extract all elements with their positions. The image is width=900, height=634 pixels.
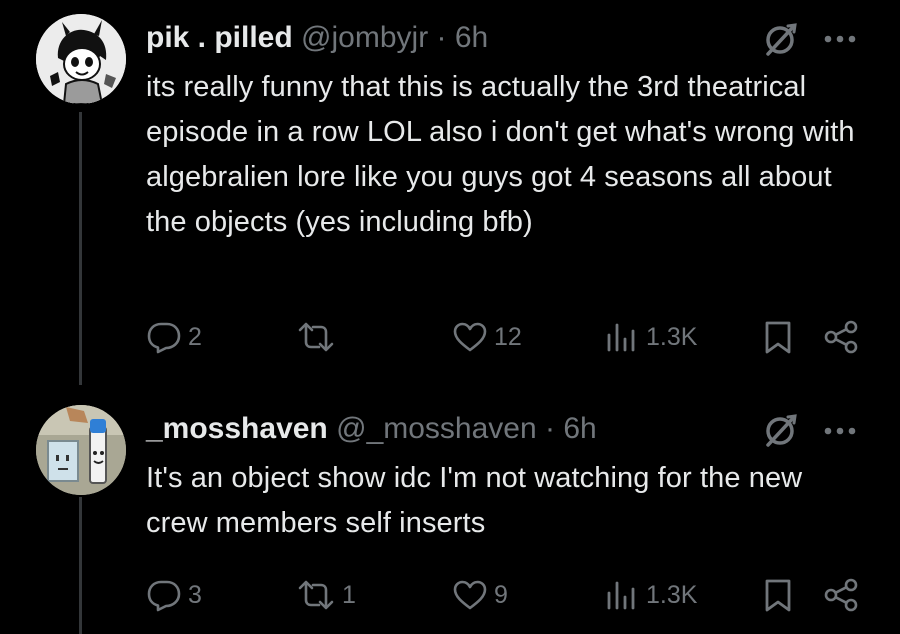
separator-dot: · xyxy=(545,412,556,445)
action-bar: 2 12 1.3K xyxy=(0,315,900,359)
grok-icon[interactable] xyxy=(762,20,800,58)
tweet-text: its really funny that this is actually t… xyxy=(146,71,855,238)
retweet-icon xyxy=(298,322,334,352)
views-count: 1.3K xyxy=(646,322,698,351)
handle[interactable]: @_mosshaven xyxy=(336,412,537,445)
reply-count: 3 xyxy=(188,580,202,609)
reply-icon xyxy=(147,580,181,612)
heart-icon xyxy=(453,580,487,610)
separator-dot: · xyxy=(436,21,447,54)
tweet-header: _mosshaven @_mosshaven · 6h xyxy=(146,409,597,449)
more-icon[interactable] xyxy=(820,33,860,45)
reply-count: 2 xyxy=(188,322,202,351)
retweet-count: 1 xyxy=(342,580,356,609)
action-bar: 3 1 9 1.3K xyxy=(0,573,900,617)
bookmark-button[interactable] xyxy=(760,315,796,359)
bookmark-button[interactable] xyxy=(760,573,796,617)
tweet-text: It's an object show idc I'm not watching… xyxy=(146,462,803,539)
like-count: 12 xyxy=(494,322,522,351)
tweet[interactable]: pik . pilled @jombyjr · 6h its really fu… xyxy=(0,0,900,385)
timestamp[interactable]: 6h xyxy=(455,21,488,54)
views-button[interactable]: 1.3K xyxy=(604,573,697,617)
like-button[interactable]: 9 xyxy=(452,573,508,617)
grok-icon[interactable] xyxy=(762,411,800,449)
views-icon xyxy=(607,323,635,352)
avatar-image xyxy=(36,405,126,495)
more-icon[interactable] xyxy=(820,425,860,437)
avatar[interactable] xyxy=(36,14,126,104)
retweet-button[interactable]: 1 xyxy=(296,573,356,617)
reply-button[interactable]: 2 xyxy=(146,315,202,359)
reply-icon xyxy=(147,322,181,354)
bookmark-icon xyxy=(765,321,791,354)
avatar-image xyxy=(36,14,126,104)
retweet-icon xyxy=(298,580,334,610)
like-count: 9 xyxy=(494,580,508,609)
bookmark-icon xyxy=(765,579,791,612)
handle[interactable]: @jombyjr xyxy=(301,21,428,54)
tweet[interactable]: _mosshaven @_mosshaven · 6h It's an obje… xyxy=(0,385,900,634)
tweet-header: pik . pilled @jombyjr · 6h xyxy=(146,18,488,58)
like-button[interactable]: 12 xyxy=(452,315,522,359)
share-icon xyxy=(824,578,858,612)
heart-icon xyxy=(453,322,487,352)
views-count: 1.3K xyxy=(646,580,698,609)
display-name[interactable]: _mosshaven xyxy=(146,412,328,445)
retweet-button[interactable] xyxy=(296,315,342,359)
share-icon xyxy=(824,320,858,354)
share-button[interactable] xyxy=(822,573,860,617)
share-button[interactable] xyxy=(822,315,860,359)
display-name[interactable]: pik . pilled xyxy=(146,21,293,54)
views-icon xyxy=(607,581,635,610)
reply-button[interactable]: 3 xyxy=(146,573,202,617)
avatar[interactable] xyxy=(36,405,126,495)
timestamp[interactable]: 6h xyxy=(563,412,596,445)
views-button[interactable]: 1.3K xyxy=(604,315,697,359)
